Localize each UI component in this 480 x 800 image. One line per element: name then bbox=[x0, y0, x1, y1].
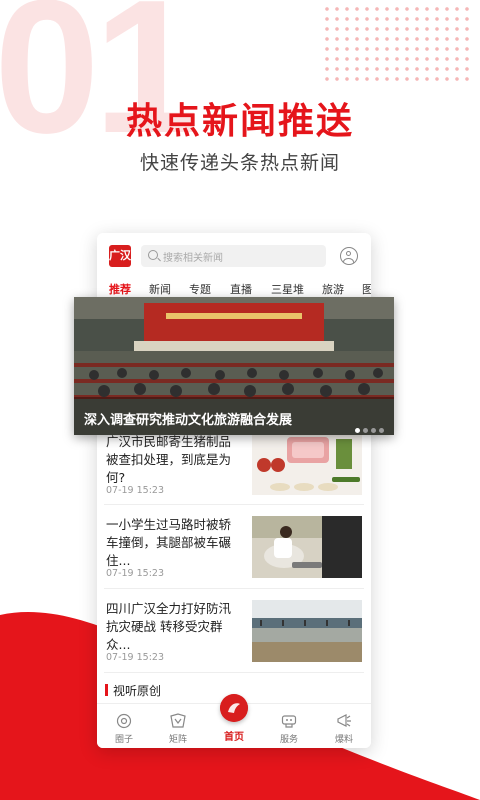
nav-service[interactable]: 服务 bbox=[262, 704, 316, 748]
news-item[interactable]: 四川广汉全力打好防汛抗灾硬战 转移受灾群众... 07-19 15:23 bbox=[104, 600, 364, 682]
app-logo: 广汉 bbox=[109, 245, 131, 267]
report-icon bbox=[337, 714, 351, 727]
news-item[interactable]: 一小学生过马路时被轿车撞倒，其腿部被车碾住... 07-19 15:23 bbox=[104, 516, 364, 598]
service-icon bbox=[281, 715, 297, 728]
news-title: 四川广汉全力打好防汛抗灾硬战 转移受灾群众... bbox=[106, 601, 232, 652]
news-time: 07-19 15:23 bbox=[106, 485, 165, 496]
divider bbox=[104, 672, 364, 673]
tab-travel[interactable]: 旅游 bbox=[322, 281, 344, 297]
tab-topics[interactable]: 专题 bbox=[189, 281, 211, 297]
bottom-navigation: 圈子 矩阵 首页 服务 爆料 bbox=[97, 694, 371, 748]
news-time: 07-19 15:23 bbox=[106, 568, 165, 579]
carousel-dot[interactable] bbox=[379, 428, 384, 433]
news-title: 一小学生过马路时被轿车撞倒，其腿部被车碾住... bbox=[106, 517, 232, 568]
news-thumbnail-street bbox=[252, 516, 362, 578]
search-placeholder: 搜索相关新闻 bbox=[163, 253, 223, 264]
nav-report[interactable]: 爆料 bbox=[317, 704, 371, 748]
section-title: 视听原创 bbox=[113, 684, 162, 698]
circle-icon bbox=[116, 713, 132, 729]
search-icon bbox=[148, 250, 158, 260]
section-accent-bar bbox=[105, 684, 108, 696]
carousel-dot[interactable] bbox=[355, 428, 360, 433]
home-icon bbox=[220, 694, 248, 722]
news-thumbnail-flood bbox=[252, 600, 362, 662]
featured-banner[interactable]: 深入调查研究推动文化旅游融合发展 bbox=[74, 297, 394, 435]
dot-pattern bbox=[322, 4, 472, 84]
news-title: 广汉市民邮寄生猪制品被查扣处理，到底是为何? bbox=[106, 434, 232, 485]
nav-matrix[interactable]: 矩阵 bbox=[151, 704, 205, 748]
hero-subtitle: 快速传递头条热点新闻 bbox=[139, 152, 340, 174]
carousel-indicator bbox=[352, 418, 384, 433]
news-thumbnail-meat bbox=[252, 433, 362, 495]
carousel-dot[interactable] bbox=[363, 428, 368, 433]
nav-circle[interactable]: 圈子 bbox=[97, 704, 151, 748]
carousel-dot[interactable] bbox=[371, 428, 376, 433]
hero-title: 热点新闻推送 bbox=[125, 101, 354, 142]
nav-home[interactable]: 首页 bbox=[207, 694, 261, 748]
tab-images[interactable]: 图 bbox=[362, 281, 371, 297]
tab-recommend[interactable]: 推荐 bbox=[109, 281, 131, 297]
banner-title: 深入调查研究推动文化旅游融合发展 bbox=[84, 413, 293, 428]
divider bbox=[104, 588, 364, 589]
user-avatar-icon[interactable] bbox=[340, 247, 358, 265]
app-header: 广汉 搜索相关新闻 bbox=[97, 233, 371, 279]
search-input[interactable]: 搜索相关新闻 bbox=[141, 245, 326, 267]
news-time: 07-19 15:23 bbox=[106, 652, 165, 663]
news-item[interactable]: 广汉市民邮寄生猪制品被查扣处理，到底是为何? 07-19 15:23 bbox=[104, 433, 364, 515]
tab-live[interactable]: 直播 bbox=[230, 281, 252, 297]
tab-news[interactable]: 新闻 bbox=[149, 281, 171, 297]
tab-sanxingdui[interactable]: 三星堆 bbox=[271, 281, 304, 297]
divider bbox=[104, 504, 364, 505]
matrix-icon bbox=[170, 713, 186, 728]
